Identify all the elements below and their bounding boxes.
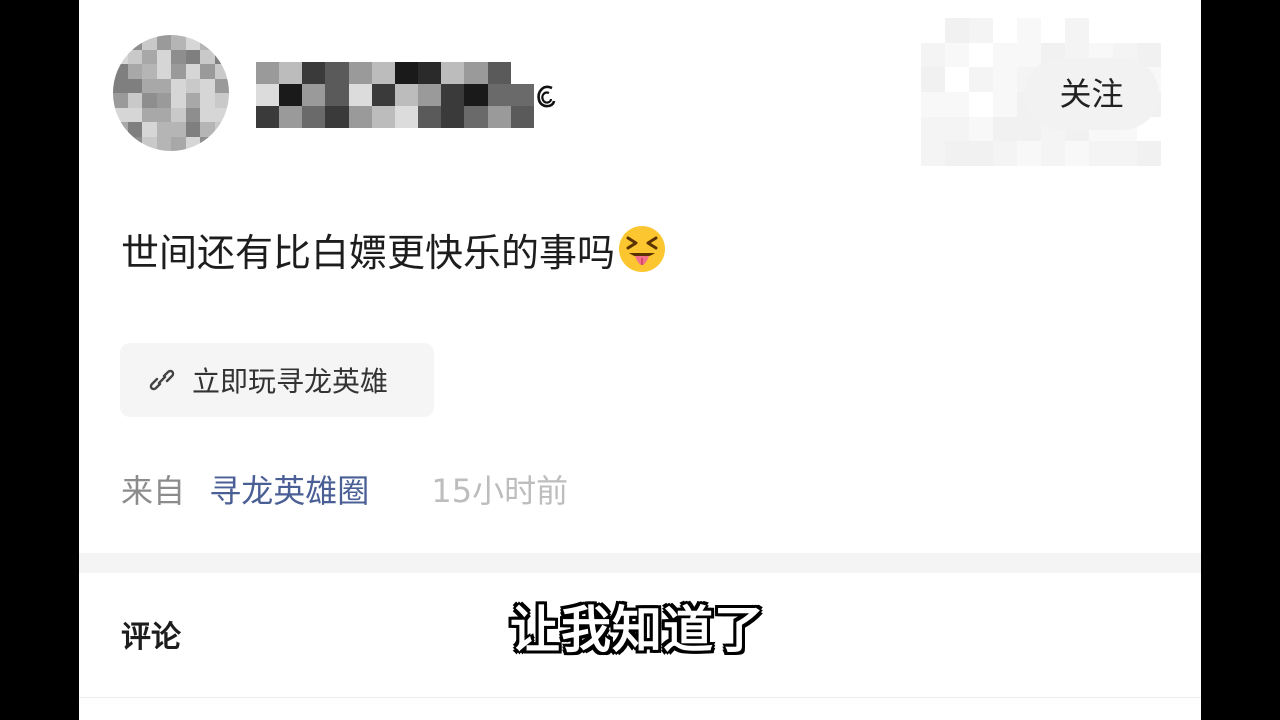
from-label: 来自 (121, 472, 186, 510)
play-game-link-card[interactable]: 立即玩寻龙英雄 (120, 343, 434, 417)
link-icon (149, 369, 175, 391)
circle-link[interactable]: 寻龙英雄圈 (209, 472, 369, 510)
section-divider (79, 553, 1201, 573)
post-meta: 来自 寻龙英雄圈 15小时前 (121, 466, 568, 512)
comments-header: 评论 (121, 620, 181, 655)
post-time: 15小时前 (431, 472, 569, 510)
follow-button[interactable]: 关注 (1024, 58, 1159, 130)
post-text-content: 世间还有比白嫖更快乐的事吗 (121, 231, 616, 275)
username-blurred[interactable] (256, 62, 534, 128)
video-subtitle: 让我知道了 (510, 601, 765, 659)
link-card-label: 立即玩寻龙英雄 (192, 365, 389, 398)
avatar[interactable] (113, 35, 229, 151)
divider-line (79, 697, 1201, 698)
squinting-tongue-emoji-icon (619, 226, 666, 272)
post-text: 世间还有比白嫖更快乐的事吗 (121, 222, 667, 277)
user-level-icon (537, 85, 556, 108)
